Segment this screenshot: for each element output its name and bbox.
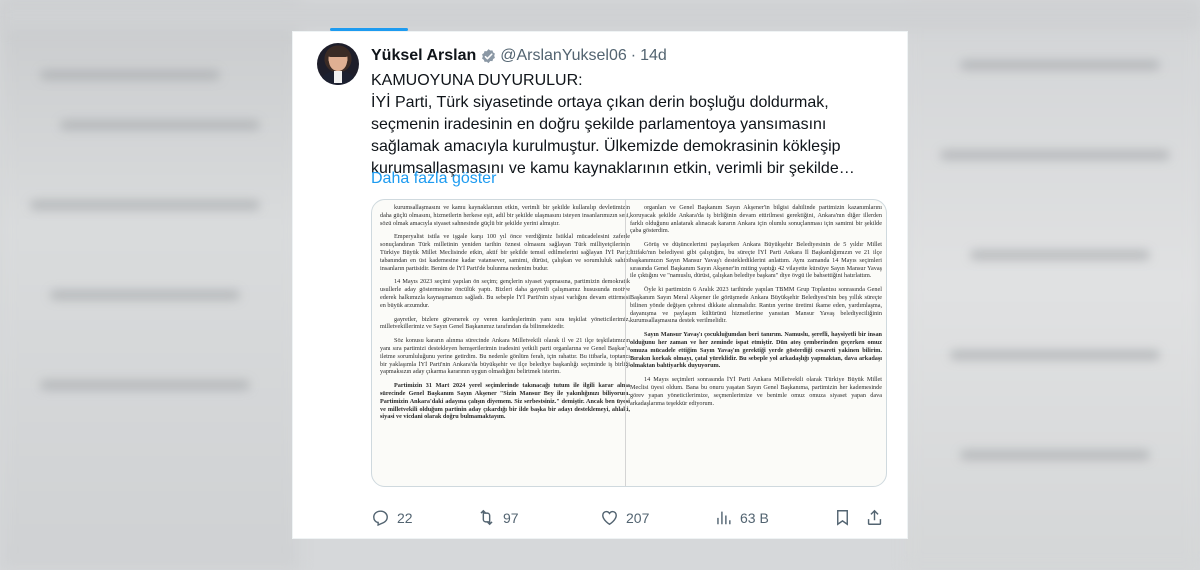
blurred-line — [30, 200, 260, 210]
document-right-column: organları ve Genel Başkanım Sayın Akşene… — [630, 204, 882, 413]
tweet-timestamp[interactable]: 14d — [640, 47, 667, 65]
reply-button[interactable]: 22 — [371, 508, 413, 527]
document-paragraph: organları ve Genel Başkanım Sayın Akşene… — [630, 204, 882, 235]
tweet-card[interactable]: Yüksel Arslan @ArslanYuksel06 · 14d KAMU… — [292, 31, 908, 539]
views-count: 63 B — [740, 509, 769, 526]
tweet-header: Yüksel Arslan @ArslanYuksel06 · 14d — [371, 46, 667, 66]
tweet-text: KAMUOYUNA DUYURULUR: İYİ Parti, Türk siy… — [371, 70, 899, 180]
show-more-link[interactable]: Daha fazla göster — [371, 170, 496, 188]
blurred-line — [40, 380, 250, 390]
document-paragraph: Görüş ve düşüncelerimi paylaşırken Ankar… — [630, 241, 882, 280]
document-paragraph: Emperyalist istila ve işgale karşı 100 y… — [380, 233, 630, 272]
share-icon — [867, 509, 882, 525]
blurred-right-column — [905, 0, 1200, 570]
document-paragraph: Öyle ki partimizin 6 Aralık 2023 tarihin… — [630, 286, 882, 325]
author-name[interactable]: Yüksel Arslan — [371, 47, 476, 65]
document-paragraph: Söz konusu kararın alınma sürecinde Anka… — [380, 337, 630, 376]
document-paragraph: gayretler, bizlere güvenerek oy veren ka… — [380, 315, 630, 331]
blurred-left-column — [0, 0, 300, 570]
document-paragraph: 14 Mayıs seçimleri sonrasında İYİ Parti … — [630, 376, 882, 407]
action-bar: 22 97 207 63 B — [371, 508, 895, 530]
document-paragraph: kurumsallaşmasını ve kamu kaynaklarının … — [380, 204, 630, 227]
bookmark-button[interactable] — [833, 508, 852, 527]
blurred-line — [950, 350, 1160, 360]
author-handle[interactable]: @ArslanYuksel06 — [500, 47, 627, 65]
blurred-line — [970, 250, 1150, 260]
document-paragraph: Sayın Mansur Yavaş'ı çocukluğumdan beri … — [630, 331, 882, 370]
views-icon — [717, 511, 731, 525]
separator-dot: · — [630, 47, 637, 64]
document-divider — [625, 200, 626, 486]
tweet-heading: KAMUOYUNA DUYURULUR: — [371, 72, 583, 89]
blurred-line — [960, 450, 1150, 460]
blurred-line — [940, 150, 1170, 160]
document-paragraph: Partimizin 31 Mart 2024 yerel seçimlerin… — [380, 382, 630, 421]
blurred-line — [960, 60, 1160, 70]
views-button[interactable]: 63 B — [714, 508, 769, 527]
tweet-body: İYİ Parti, Türk siyasetinde ortaya çıkan… — [371, 94, 855, 177]
repost-button[interactable]: 97 — [477, 508, 519, 527]
attached-document-image[interactable]: kurumsallaşmasını ve kamu kaynaklarının … — [371, 199, 887, 487]
blurred-line — [50, 290, 240, 300]
bookmark-icon — [837, 510, 848, 526]
like-icon — [602, 510, 617, 526]
blurred-top-bar — [0, 0, 1200, 30]
avatar[interactable] — [317, 43, 359, 85]
blurred-line — [40, 70, 220, 80]
share-button[interactable] — [865, 508, 884, 527]
reply-icon — [373, 510, 388, 527]
document-left-column: kurumsallaşmasını ve kamu kaynaklarının … — [380, 204, 630, 427]
repost-count: 97 — [503, 509, 519, 526]
reply-count: 22 — [397, 509, 413, 526]
blurred-line — [60, 120, 260, 130]
like-button[interactable]: 207 — [600, 508, 649, 527]
repost-icon — [480, 509, 493, 526]
document-paragraph: 14 Mayıs 2023 seçimi yapılan ön seçim; g… — [380, 278, 630, 309]
like-count: 207 — [626, 509, 650, 526]
verified-badge-icon[interactable] — [480, 48, 497, 65]
